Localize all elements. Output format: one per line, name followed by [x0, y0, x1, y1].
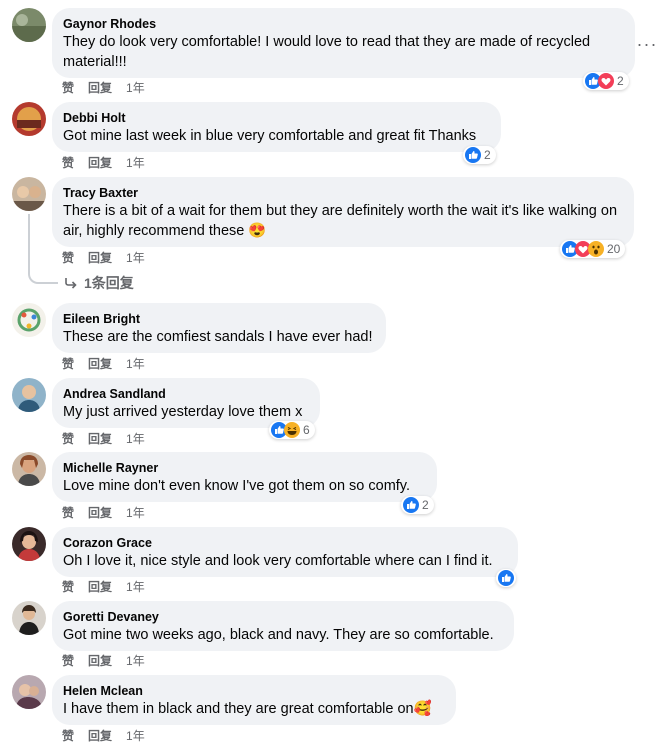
comment-bubble: Gaynor Rhodes They do look very comforta…	[52, 8, 635, 78]
comment-text: They do look very comfortable! I would l…	[63, 34, 591, 70]
avatar[interactable]	[12, 102, 46, 136]
comment-actions: 赞 回复 1年	[62, 431, 145, 447]
comment-timestamp[interactable]: 1年	[126, 505, 145, 521]
avatar[interactable]	[12, 378, 46, 412]
avatar[interactable]	[12, 675, 46, 709]
comment-bubble: Eileen Bright These are the comfiest san…	[52, 303, 386, 353]
reaction-count: 2	[422, 498, 429, 512]
like-reaction-icon	[498, 570, 514, 586]
comment-text: There is a bit of a wait for them but th…	[63, 203, 618, 239]
comment-text: Got mine last week in blue very comforta…	[63, 128, 477, 144]
commenter-name[interactable]: Michelle Rayner	[63, 460, 425, 476]
commenter-name[interactable]: Eileen Bright	[63, 311, 374, 327]
comment-actions: 赞 回复 1年	[62, 505, 145, 521]
more-options-icon[interactable]: ···	[635, 32, 659, 56]
comment-bubble: Michelle Rayner Love mine don't even kno…	[52, 452, 437, 502]
like-reaction-icon	[465, 147, 481, 163]
commenter-name[interactable]: Gaynor Rhodes	[63, 16, 623, 32]
reply-button[interactable]: 回复	[88, 250, 112, 266]
comment-timestamp[interactable]: 1年	[126, 155, 145, 171]
comment-timestamp[interactable]: 1年	[126, 728, 145, 744]
reply-arrow-icon	[65, 278, 77, 289]
comment-text: Love mine don't even know I've got them …	[63, 478, 411, 494]
reply-button[interactable]: 回复	[88, 155, 112, 171]
comment-bubble: Corazon Grace Oh I love it, nice style a…	[52, 527, 518, 577]
comment-timestamp[interactable]: 1年	[126, 250, 145, 266]
like-button[interactable]: 赞	[62, 431, 74, 447]
like-button[interactable]: 赞	[62, 505, 74, 521]
comment-actions: 赞 回复 1年	[62, 653, 145, 669]
like-button[interactable]: 赞	[62, 80, 74, 96]
avatar[interactable]	[12, 303, 46, 337]
comment-actions: 赞 回复 1年	[62, 250, 145, 266]
like-button[interactable]: 赞	[62, 155, 74, 171]
reaction-summary[interactable]: 20	[560, 240, 626, 258]
commenter-name[interactable]: Debbi Holt	[63, 110, 489, 126]
comment-actions: 赞 回复 1年	[62, 579, 145, 595]
reply-button[interactable]: 回复	[88, 653, 112, 669]
reply-button[interactable]: 回复	[88, 579, 112, 595]
commenter-name[interactable]: Corazon Grace	[63, 535, 506, 551]
comment-timestamp[interactable]: 1年	[126, 579, 145, 595]
view-replies-label[interactable]: 1条回复	[84, 273, 134, 293]
comment-actions: 赞 回复 1年	[62, 80, 145, 96]
reaction-summary[interactable]: 6	[269, 421, 315, 439]
commenter-name[interactable]: Helen Mclean	[63, 683, 444, 699]
comment-timestamp[interactable]: 1年	[126, 653, 145, 669]
reaction-summary[interactable]: 2	[401, 496, 434, 514]
comment-bubble: Goretti Devaney Got mine two weeks ago, …	[52, 601, 514, 651]
reply-button[interactable]: 回复	[88, 80, 112, 96]
comment-text: These are the comfiest sandals I have ev…	[63, 329, 373, 345]
commenter-name[interactable]: Goretti Devaney	[63, 609, 502, 625]
wow-reaction-icon	[588, 241, 604, 257]
comment-timestamp[interactable]: 1年	[126, 431, 145, 447]
commenter-name[interactable]: Tracy Baxter	[63, 185, 622, 201]
comment-text: My just arrived yesterday love them x	[63, 404, 303, 420]
like-reaction-icon	[403, 497, 419, 513]
avatar[interactable]	[12, 527, 46, 561]
like-button[interactable]: 赞	[62, 356, 74, 372]
comment-bubble: Debbi Holt Got mine last week in blue ve…	[52, 102, 501, 152]
like-button[interactable]: 赞	[62, 653, 74, 669]
reply-button[interactable]: 回复	[88, 505, 112, 521]
comment-actions: 赞 回复 1年	[62, 155, 145, 171]
reply-button[interactable]: 回复	[88, 728, 112, 744]
like-button[interactable]: 赞	[62, 579, 74, 595]
reply-button[interactable]: 回复	[88, 431, 112, 447]
comment-text: I have them in black and they are great …	[63, 701, 432, 717]
avatar[interactable]	[12, 8, 46, 42]
comment-actions: 赞 回复 1年	[62, 728, 145, 744]
comment-timestamp[interactable]: 1年	[126, 356, 145, 372]
comment-text: Oh I love it, nice style and look very c…	[63, 553, 493, 569]
comment-bubble: Tracy Baxter There is a bit of a wait fo…	[52, 177, 634, 247]
view-replies-link[interactable]: 1条回复	[64, 273, 134, 293]
love-reaction-icon	[598, 73, 614, 89]
thread-line	[28, 214, 30, 272]
reaction-summary[interactable]: 2	[463, 146, 496, 164]
reply-button[interactable]: 回复	[88, 356, 112, 372]
comment-actions: 赞 回复 1年	[62, 356, 145, 372]
reaction-count: 6	[303, 423, 310, 437]
thread-connector	[28, 270, 58, 284]
comment-text: Got mine two weeks ago, black and navy. …	[63, 627, 494, 643]
comment-bubble: Helen Mclean I have them in black and th…	[52, 675, 456, 725]
commenter-name[interactable]: Andrea Sandland	[63, 386, 308, 402]
reaction-summary[interactable]	[496, 569, 516, 587]
like-button[interactable]: 赞	[62, 250, 74, 266]
reaction-count: 2	[617, 74, 624, 88]
avatar[interactable]	[12, 601, 46, 635]
reaction-summary[interactable]: 2	[583, 72, 629, 90]
like-button[interactable]: 赞	[62, 728, 74, 744]
reaction-count: 2	[484, 148, 491, 162]
reaction-count: 20	[607, 242, 621, 256]
comment-timestamp[interactable]: 1年	[126, 80, 145, 96]
avatar[interactable]	[12, 177, 46, 211]
haha-reaction-icon	[284, 422, 300, 438]
avatar[interactable]	[12, 452, 46, 486]
